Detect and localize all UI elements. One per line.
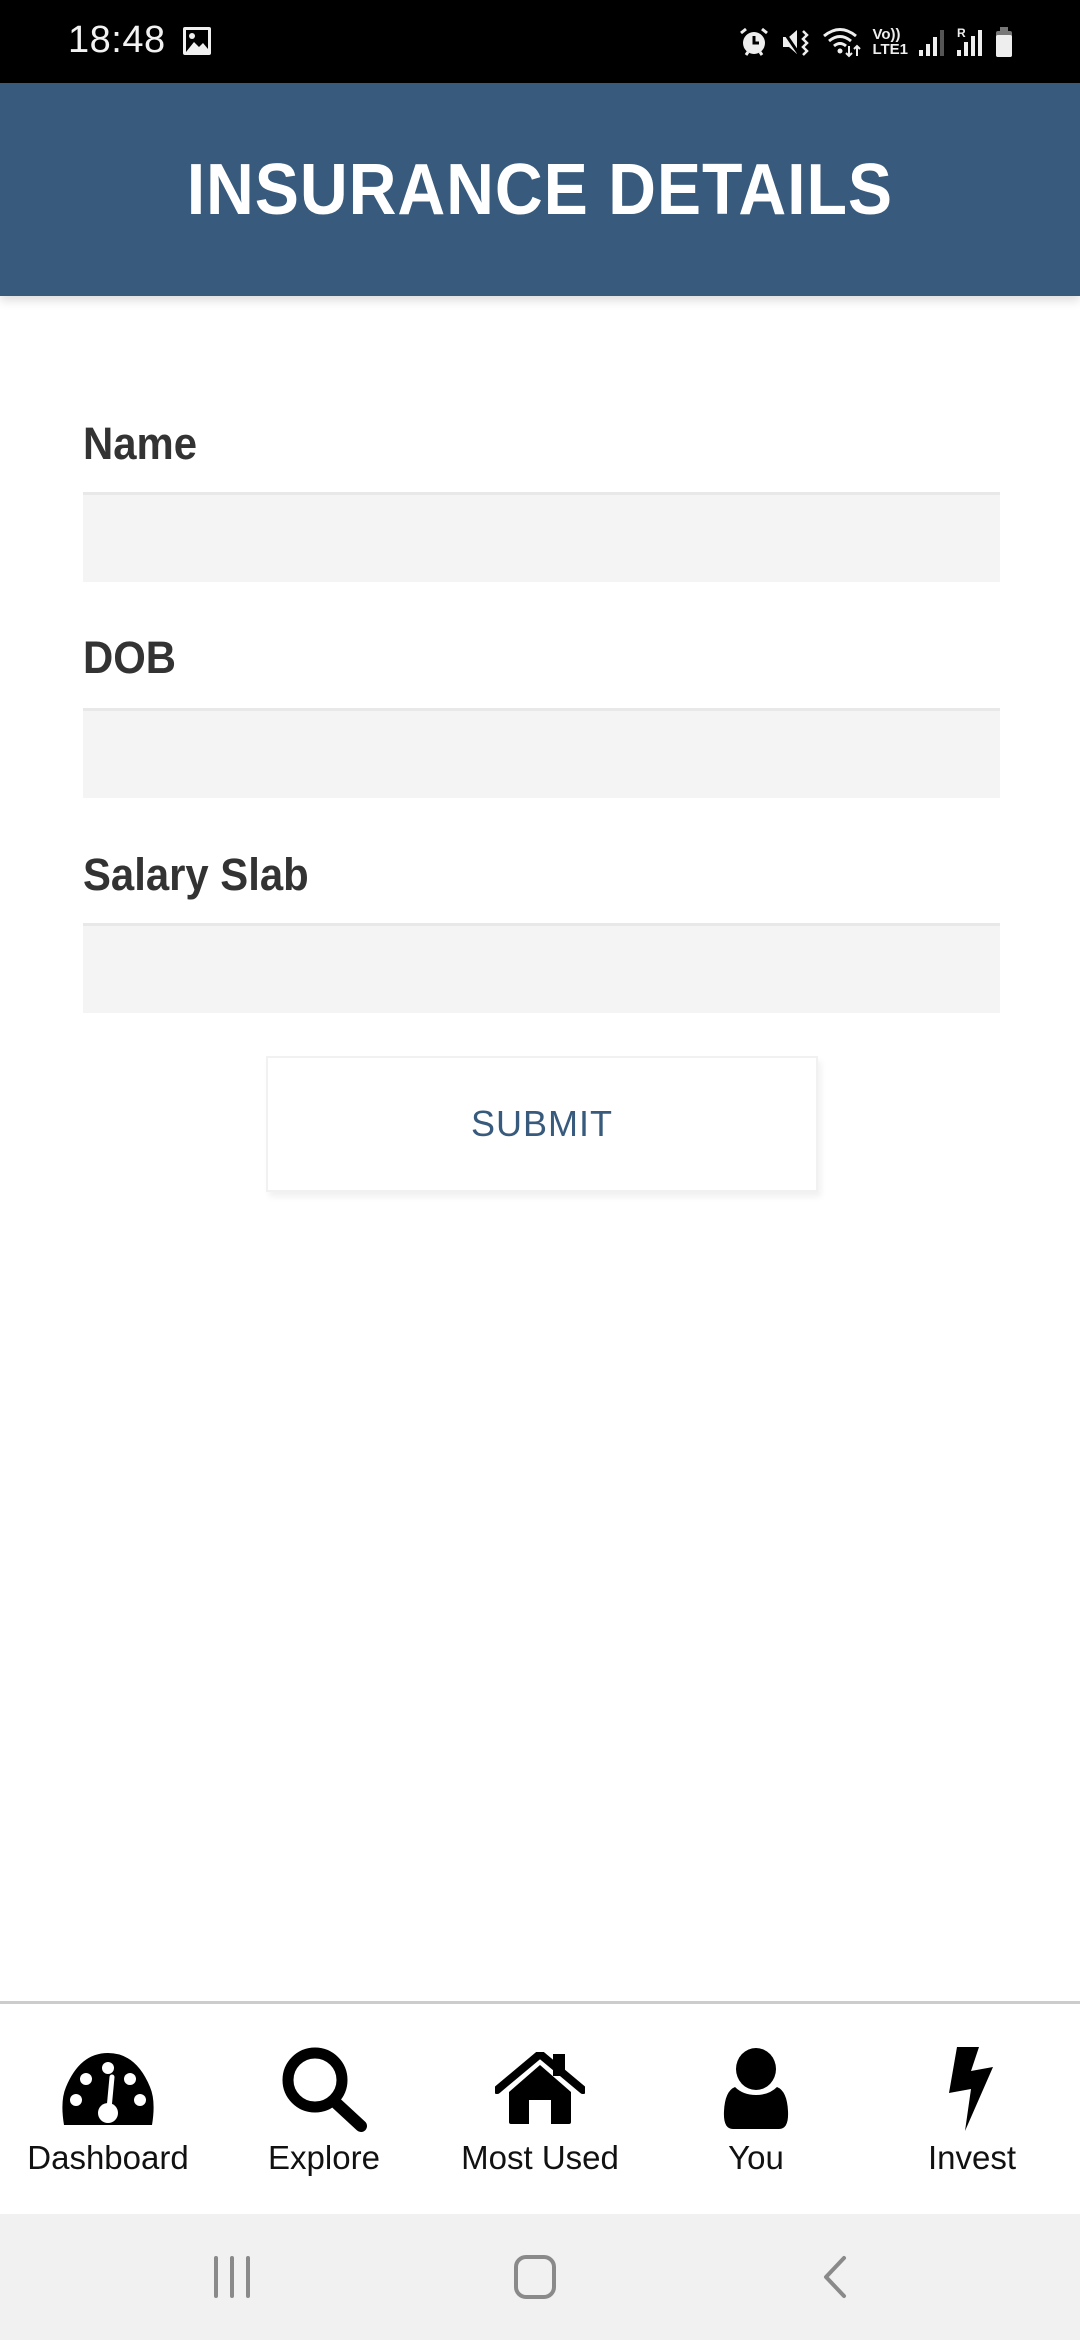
search-icon bbox=[279, 2044, 369, 2134]
gallery-icon bbox=[182, 26, 212, 56]
dob-label: DOB bbox=[83, 632, 176, 683]
nav-label-dashboard: Dashboard bbox=[27, 2139, 189, 2176]
dob-input[interactable] bbox=[83, 708, 1000, 798]
battery-icon bbox=[994, 26, 1014, 58]
nav-item-dashboard[interactable]: Dashboard bbox=[0, 2004, 216, 2213]
home-icon bbox=[495, 2044, 585, 2134]
status-time: 18:48 bbox=[68, 19, 166, 61]
recent-apps-icon bbox=[214, 2256, 250, 2298]
lightning-icon bbox=[947, 2044, 997, 2134]
nav-item-you[interactable]: You bbox=[648, 2004, 864, 2213]
home-system-icon bbox=[514, 2255, 556, 2299]
alarm-icon bbox=[738, 26, 770, 58]
app-header: INSURANCE DETAILS bbox=[0, 83, 1080, 296]
system-nav-bar bbox=[0, 2214, 1080, 2340]
nav-item-invest[interactable]: Invest bbox=[864, 2004, 1080, 2213]
wifi-icon bbox=[822, 26, 862, 58]
bottom-nav: Dashboard Explore Most Used You Invest bbox=[0, 2001, 1080, 2213]
home-system-button[interactable] bbox=[512, 2252, 558, 2302]
svg-text:R: R bbox=[957, 26, 966, 40]
salary-slab-input[interactable] bbox=[83, 923, 1000, 1013]
nav-label-explore: Explore bbox=[268, 2139, 380, 2176]
vibrate-mute-icon bbox=[780, 26, 812, 58]
status-icons: Vo)) LTE1 R bbox=[738, 22, 1014, 62]
name-input[interactable] bbox=[83, 492, 1000, 582]
signal-sim1-icon bbox=[918, 26, 946, 58]
back-button[interactable] bbox=[820, 2252, 850, 2302]
nav-item-explore[interactable]: Explore bbox=[216, 2004, 432, 2213]
back-icon bbox=[824, 2256, 846, 2298]
status-bar: 18:48 Vo)) LTE1 R bbox=[0, 0, 1080, 83]
recent-apps-button[interactable] bbox=[212, 2252, 252, 2302]
nav-label-invest: Invest bbox=[927, 2139, 1017, 2176]
name-label: Name bbox=[83, 418, 197, 469]
submit-button[interactable]: SUBMIT bbox=[266, 1056, 818, 1192]
nav-label-you: You bbox=[728, 2139, 784, 2176]
user-icon bbox=[721, 2044, 791, 2134]
nav-label-most-used: Most Used bbox=[461, 2139, 619, 2176]
roaming-signal-sim2-icon: R bbox=[956, 26, 984, 58]
nav-item-most-used[interactable]: Most Used bbox=[432, 2004, 648, 2213]
salary-slab-label: Salary Slab bbox=[83, 849, 309, 900]
page-title: INSURANCE DETAILS bbox=[186, 149, 894, 230]
volte-lte1-indicator: Vo)) LTE1 bbox=[872, 26, 908, 58]
dashboard-gauge-icon bbox=[60, 2044, 156, 2134]
